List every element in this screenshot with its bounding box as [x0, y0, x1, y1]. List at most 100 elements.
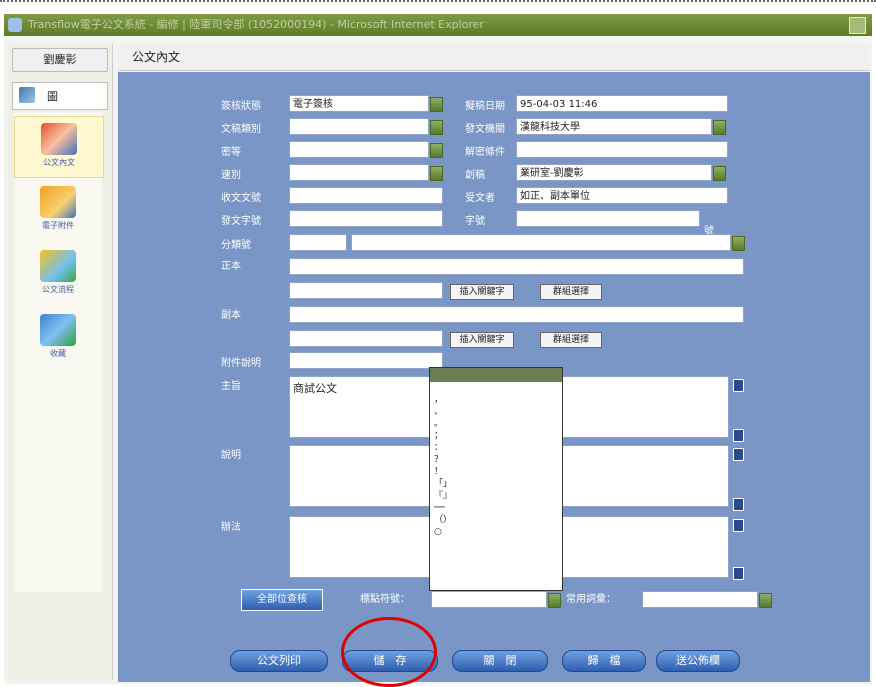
user-tab[interactable]: 劉慶彰: [12, 48, 108, 72]
dropdown-option[interactable]: ；: [430, 430, 562, 442]
receiver-field[interactable]: 如正、副本單位: [516, 187, 728, 204]
all-units-button[interactable]: 全部位查核: [241, 589, 323, 611]
dropdown-option[interactable]: [430, 382, 562, 394]
draft-date-field[interactable]: 95-04-03 11:46: [516, 95, 728, 112]
dropdown-option[interactable]: ──: [430, 502, 562, 514]
flow-icon: [40, 250, 76, 282]
recv-no-label: 收文文號: [221, 193, 261, 204]
explain-label: 說明: [221, 450, 241, 461]
secret-select[interactable]: [289, 141, 429, 158]
status-dropdown-icon[interactable]: [430, 97, 443, 112]
sidebar-item-label: 公文內文: [43, 158, 75, 167]
doc-type-dropdown-icon[interactable]: [430, 120, 443, 135]
doc-type-label: 文稿類別: [221, 124, 261, 135]
drafter-select[interactable]: 業研室-劉慶彰: [516, 164, 712, 181]
original-extra-field[interactable]: [289, 282, 443, 299]
dropdown-selected-row[interactable]: [430, 368, 562, 382]
issuer-select[interactable]: 漢龍科技大學: [516, 118, 712, 135]
highlight-circle: [341, 617, 437, 687]
class-no-label: 分類號: [221, 240, 251, 251]
status-select[interactable]: 電子簽核: [289, 95, 429, 112]
method-shrink-icon[interactable]: [733, 567, 744, 580]
issuer-dropdown-icon[interactable]: [713, 120, 726, 135]
punct-label: 標點符號：: [360, 594, 410, 605]
group-select-button-2[interactable]: 群組選擇: [540, 332, 602, 348]
word-field[interactable]: [516, 210, 700, 227]
dropdown-option[interactable]: ！: [430, 466, 562, 478]
dropdown-option[interactable]: 「」: [430, 478, 562, 490]
subject-expand-icon[interactable]: [733, 379, 744, 392]
method-expand-icon[interactable]: [733, 519, 744, 532]
window-title: Transflow電子公文系統 - 編修 | 陸軍司令部 (1052000194…: [28, 18, 484, 31]
punct-dropdown-list[interactable]: ，、。；：？！「」 『』 ── （） ○: [429, 367, 563, 591]
archive-button[interactable]: 歸 檔: [562, 650, 646, 672]
punct-dropdown-icon[interactable]: [548, 593, 561, 608]
transfer-button[interactable]: 送公佈欄: [656, 650, 740, 672]
copy-label: 副本: [221, 310, 241, 321]
phrase-dropdown-icon[interactable]: [759, 593, 772, 608]
explain-expand-icon[interactable]: [733, 448, 744, 461]
issuer-label: 發文機關: [465, 124, 505, 135]
close-button[interactable]: 關 閉: [452, 650, 548, 672]
dropdown-option[interactable]: ○: [430, 526, 562, 538]
dropdown-option[interactable]: 、: [430, 406, 562, 418]
dropdown-option[interactable]: ，: [430, 394, 562, 406]
subject-label: 主旨: [221, 381, 241, 392]
folder-icon: [40, 186, 76, 218]
dropdown-option[interactable]: 。: [430, 418, 562, 430]
drafter-label: 創稿: [465, 170, 485, 181]
subject-shrink-icon[interactable]: [733, 429, 744, 442]
decl-field[interactable]: [516, 141, 728, 158]
secret-label: 密等: [221, 147, 241, 158]
decl-label: 解密條件: [465, 147, 505, 158]
sidebar-item-attachments[interactable]: 電子附件: [14, 180, 102, 240]
drafter-dropdown-icon[interactable]: [713, 166, 726, 181]
class-no-field-2[interactable]: [351, 234, 731, 251]
dropdown-option[interactable]: ：: [430, 442, 562, 454]
speed-select[interactable]: [289, 164, 429, 181]
insert-keyword-button-2[interactable]: 插入關鍵字: [450, 332, 514, 348]
class-no-field-1[interactable]: [289, 234, 347, 251]
doc-type-select[interactable]: [289, 118, 429, 135]
minimize-icon[interactable]: [849, 17, 866, 34]
page-title: 公文內文: [132, 50, 181, 64]
sidebar-item-label: 公文流程: [42, 285, 74, 294]
status-label: 簽核狀態: [221, 101, 261, 112]
dropdown-option[interactable]: ？: [430, 454, 562, 466]
class-no-dropdown-icon[interactable]: [732, 236, 745, 251]
view-label: 圖: [47, 90, 58, 103]
copy-field[interactable]: [289, 306, 744, 323]
sidebar-item-favorites[interactable]: 收藏: [14, 308, 102, 368]
download-icon: [40, 314, 76, 346]
view-icon: [19, 87, 35, 103]
method-label: 辦法: [221, 522, 241, 533]
receiver-label: 受文者: [465, 193, 495, 204]
explain-shrink-icon[interactable]: [733, 498, 744, 511]
insert-keyword-button[interactable]: 插入關鍵字: [450, 284, 514, 300]
view-toggle[interactable]: 圖: [12, 82, 108, 110]
content-header: 公文內文: [118, 44, 870, 71]
attach-label: 附件說明: [221, 358, 261, 369]
sidebar-item-flow[interactable]: 公文流程: [14, 244, 102, 304]
browser-icon: [8, 18, 22, 32]
draft-date-label: 擬稿日期: [465, 101, 505, 112]
window-titlebar: Transflow電子公文系統 - 編修 | 陸軍司令部 (1052000194…: [4, 14, 872, 36]
attach-field[interactable]: [289, 352, 443, 369]
sidebar-item-doc-content[interactable]: 公文內文: [14, 116, 104, 178]
speed-dropdown-icon[interactable]: [430, 166, 443, 181]
original-field[interactable]: [289, 258, 744, 275]
dropdown-option[interactable]: （）: [430, 514, 562, 526]
original-label: 正本: [221, 261, 241, 272]
recv-no-field[interactable]: [289, 187, 443, 204]
print-button[interactable]: 公文列印: [230, 650, 328, 672]
secret-dropdown-icon[interactable]: [430, 143, 443, 158]
document-icon: [41, 123, 77, 155]
send-no-field[interactable]: [289, 210, 443, 227]
phrase-label: 常用詞彙：: [566, 594, 616, 605]
page-top-border: [0, 0, 876, 2]
copy-extra-field[interactable]: [289, 330, 443, 347]
punct-select[interactable]: [431, 591, 547, 608]
dropdown-option[interactable]: 『』: [430, 490, 562, 502]
group-select-button[interactable]: 群組選擇: [540, 284, 602, 300]
phrase-select[interactable]: [642, 591, 758, 608]
